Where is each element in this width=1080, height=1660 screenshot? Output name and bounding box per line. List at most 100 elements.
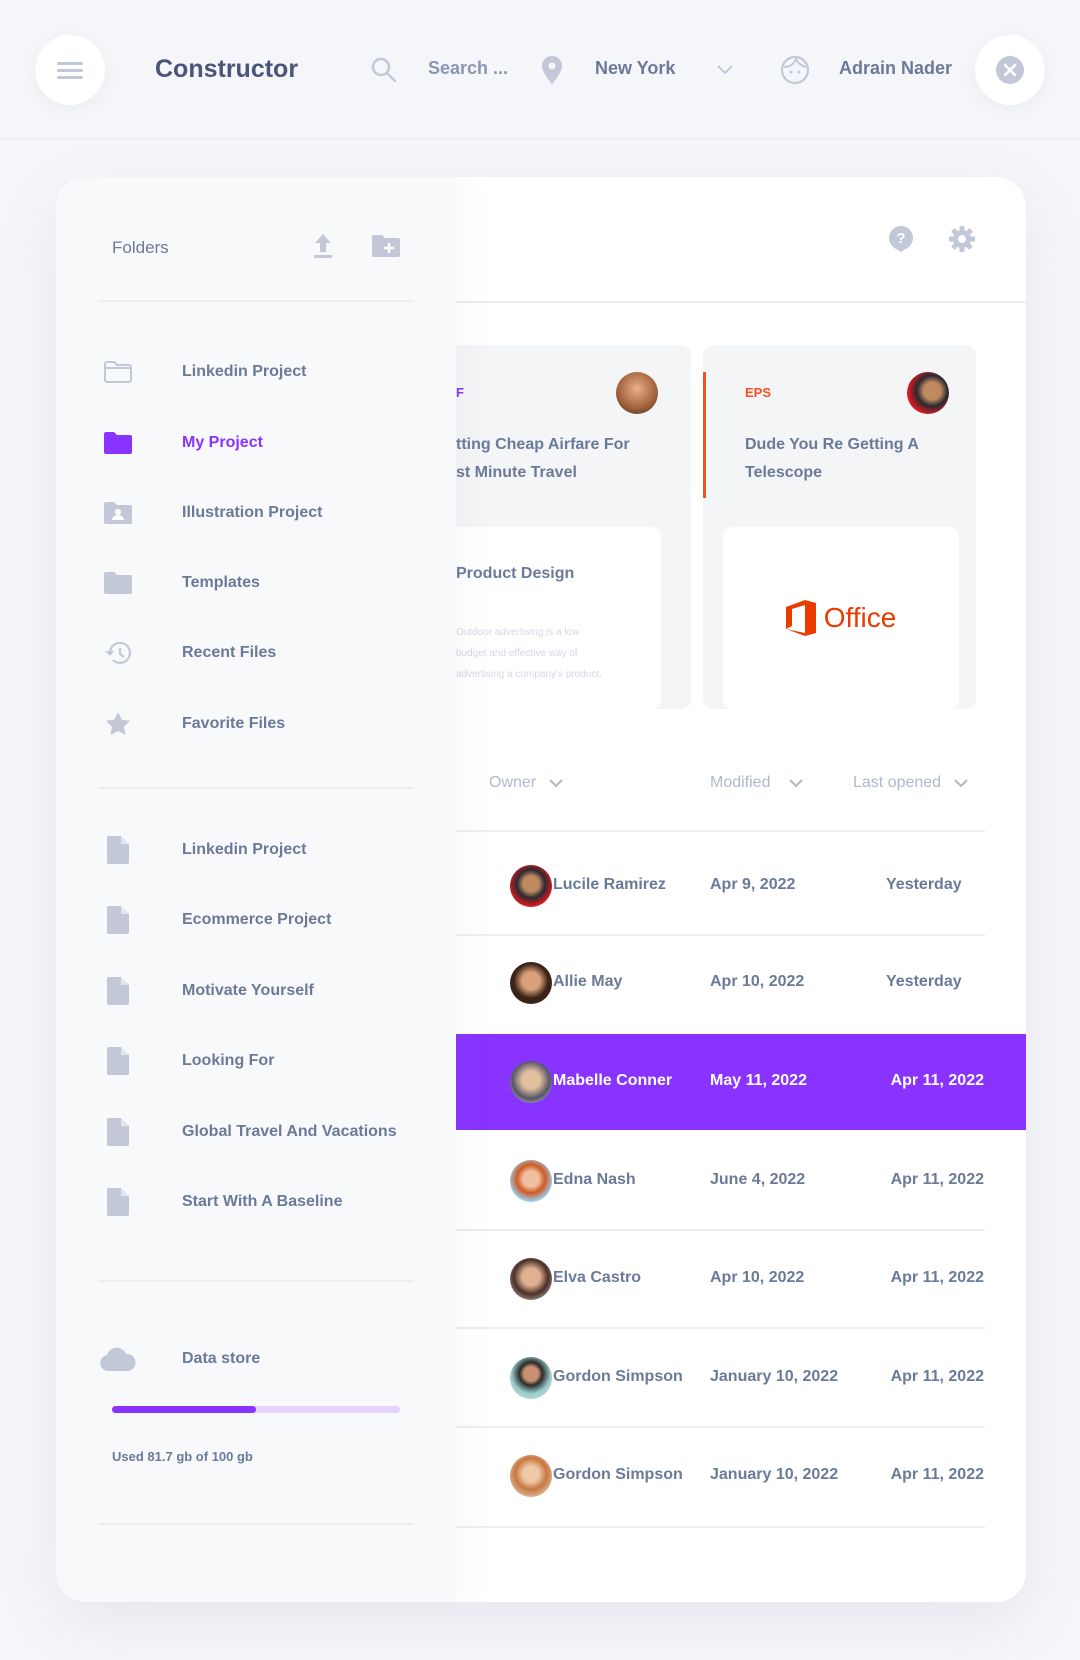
folder-item[interactable]: Recent Files: [98, 633, 438, 673]
folder-label: Recent Files: [182, 644, 277, 661]
column-modified[interactable]: Modified: [710, 774, 804, 792]
folder-item[interactable]: Illustration Project: [98, 493, 438, 533]
shared-folder-icon: [104, 502, 132, 524]
modified-date: Apr 10, 2022: [710, 973, 805, 990]
app-title: Constructor: [155, 55, 299, 83]
last-opened: Apr 11, 2022: [890, 1269, 984, 1286]
storage-used-text: Used 81.7 gb of 100 gb: [112, 1449, 253, 1464]
folder-label: Favorite Files: [182, 715, 286, 732]
help-icon[interactable]: ?: [889, 226, 913, 252]
new-folder-icon[interactable]: [372, 235, 400, 257]
owner-name: Gordon Simpson: [553, 1466, 683, 1483]
modified-date: January 10, 2022: [710, 1466, 839, 1483]
owner-name: Edna Nash: [553, 1171, 636, 1188]
avatar: [510, 1061, 552, 1103]
table-row[interactable]: Elva Castro Apr 10, 2022 Apr 11, 2022: [456, 1231, 1026, 1327]
star-icon: [106, 712, 130, 735]
card-description: Outdoor advertising is a low budget and e…: [456, 627, 602, 680]
file-label: Start With A Baseline: [182, 1193, 343, 1210]
divider: [456, 1526, 985, 1528]
folder-item[interactable]: Templates: [98, 563, 438, 603]
upload-icon[interactable]: [314, 234, 332, 258]
chevron-down-icon: [789, 779, 804, 788]
divider: [98, 787, 414, 789]
modified-date: June 4, 2022: [710, 1171, 806, 1188]
folder-label: My Project: [182, 434, 263, 451]
file-item[interactable]: Ecommerce Project: [98, 900, 438, 940]
modified-date: Apr 9, 2022: [710, 876, 796, 893]
selected-indicator: [703, 372, 706, 498]
folder-outline-icon: [104, 361, 132, 383]
gear-icon[interactable]: [949, 226, 975, 252]
table-row[interactable]: Lucile Ramirez Apr 9, 2022 Yesterday: [456, 838, 1026, 934]
table-row[interactable]: Gordon Simpson January 10, 2022 Apr 11, …: [456, 1330, 1026, 1426]
file-label: Ecommerce Project: [182, 911, 332, 929]
folder-item[interactable]: Linkedin Project: [98, 352, 438, 392]
search-icon: [371, 57, 397, 83]
hamburger-icon: [57, 62, 83, 79]
table-row[interactable]: Mabelle Conner May 11, 2022 Apr 11, 2022: [456, 1034, 1026, 1130]
folder-item[interactable]: My Project: [98, 423, 438, 463]
column-last-opened[interactable]: Last opened: [853, 774, 969, 792]
last-opened: Apr 11, 2022: [890, 1171, 984, 1188]
file-item[interactable]: Global Travel And Vacations: [98, 1112, 438, 1152]
file-icon: [107, 836, 129, 864]
file-item[interactable]: Linkedin Project: [98, 830, 438, 870]
user-name[interactable]: Adrain Nader: [839, 58, 952, 79]
file-card[interactable]: EPS Dude You Re Getting A Telescope Offic…: [703, 345, 976, 709]
folder-icon: [104, 572, 132, 594]
file-type-tag: EPS: [745, 385, 772, 400]
table-row[interactable]: Edna Nash June 4, 2022 Apr 11, 2022: [456, 1133, 1026, 1229]
avatar: [510, 1357, 552, 1399]
menu-button[interactable]: [35, 35, 105, 105]
modified-date: January 10, 2022: [710, 1368, 839, 1385]
column-owner[interactable]: Owner: [489, 774, 564, 792]
file-manager-panel: ? F tting Cheap Airfare For st Minute Tra…: [56, 177, 1026, 1602]
last-opened: Yesterday: [886, 876, 962, 893]
storage-progress-fill: [112, 1406, 256, 1413]
storage-progress-bar: [112, 1406, 400, 1413]
divider: [456, 830, 985, 832]
cloud-icon: [100, 1347, 136, 1371]
data-store-label: Data store: [182, 1350, 261, 1367]
close-icon: [996, 56, 1024, 84]
avatar: [510, 1455, 552, 1497]
location-pin-icon: [542, 56, 562, 84]
user-face-icon: [780, 55, 810, 85]
file-item[interactable]: Looking For: [98, 1041, 438, 1081]
folder-label: Linkedin Project: [182, 363, 307, 380]
table-row[interactable]: Gordon Simpson January 10, 2022 Apr 11, …: [456, 1428, 1026, 1524]
file-label: Motivate Yourself: [182, 981, 314, 999]
file-card[interactable]: F tting Cheap Airfare For st Minute Trave…: [426, 345, 691, 709]
owner-name: Lucile Ramirez: [553, 876, 666, 893]
divider: [456, 1327, 985, 1329]
chevron-down-icon: [549, 779, 563, 788]
chevron-down-icon[interactable]: [716, 64, 734, 76]
folder-item[interactable]: Favorite Files: [98, 704, 438, 744]
location-select[interactable]: New York: [595, 58, 675, 79]
close-button[interactable]: [975, 35, 1045, 105]
modified-date: May 11, 2022: [710, 1072, 807, 1089]
divider: [456, 301, 1026, 303]
data-store[interactable]: Data store: [98, 1339, 438, 1379]
card-inner-title: Product Design: [456, 565, 575, 582]
file-item[interactable]: Motivate Yourself: [98, 971, 438, 1011]
file-item[interactable]: Start With A Baseline: [98, 1182, 438, 1222]
avatar: [510, 1160, 552, 1202]
last-opened: Apr 11, 2022: [890, 1368, 984, 1385]
main-content: ? F tting Cheap Airfare For st Minute Tra…: [426, 177, 1026, 1602]
file-icon: [107, 976, 129, 1005]
last-opened: Apr 11, 2022: [890, 1072, 984, 1089]
folder-label: Templates: [182, 574, 260, 591]
card-title: tting Cheap Airfare For st Minute Travel: [456, 436, 630, 481]
modified-date: Apr 10, 2022: [710, 1269, 805, 1286]
file-type-tag: F: [456, 385, 464, 400]
table-row[interactable]: Allie May Apr 10, 2022 Yesterday: [456, 935, 1026, 1031]
file-icon: [107, 1117, 129, 1146]
avatar: [616, 372, 658, 414]
folder-label: Illustration Project: [182, 504, 323, 521]
file-icon: [107, 906, 129, 935]
owner-name: Allie May: [553, 973, 623, 990]
search-input[interactable]: Search ...: [428, 58, 508, 79]
owner-name: Mabelle Conner: [553, 1072, 673, 1089]
